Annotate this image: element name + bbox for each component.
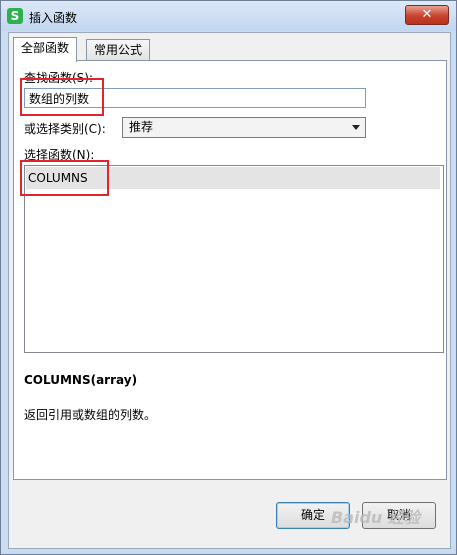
- search-input[interactable]: 数组的列数: [24, 88, 366, 108]
- tab-common-formulas[interactable]: 常用公式: [86, 39, 151, 61]
- function-list-label: 选择函数(N):: [24, 148, 95, 162]
- category-select[interactable]: 推荐: [122, 117, 366, 138]
- tab-panel: 查找函数(S): 数组的列数 或选择类别(C): 推荐 选择函数(N): COL…: [13, 60, 447, 480]
- category-label: 或选择类别(C):: [24, 122, 106, 136]
- title-bar[interactable]: S 插入函数 ✕: [1, 1, 456, 31]
- insert-function-dialog: S 插入函数 ✕ 全部函数 常用公式 查找函数(S): 数组的列数 或选择类别(…: [0, 0, 457, 555]
- list-item[interactable]: COLUMNS: [26, 167, 440, 189]
- function-signature: COLUMNS(array): [24, 373, 138, 387]
- wps-spreadsheet-icon: S: [7, 8, 23, 24]
- category-selected-value: 推荐: [129, 120, 154, 134]
- dialog-body: 全部函数 常用公式 查找函数(S): 数组的列数 或选择类别(C): 推荐 选择…: [8, 32, 451, 549]
- dialog-title: 插入函数: [29, 11, 78, 25]
- dropdown-arrow-icon: [352, 125, 360, 130]
- close-button[interactable]: ✕: [405, 5, 449, 25]
- function-description: 返回引用或数组的列数。: [24, 408, 157, 422]
- search-label: 查找函数(S):: [24, 71, 94, 85]
- baidu-watermark: Baidu 经验: [331, 508, 420, 527]
- function-listbox[interactable]: COLUMNS: [24, 165, 444, 353]
- tab-all-functions[interactable]: 全部函数: [13, 37, 78, 62]
